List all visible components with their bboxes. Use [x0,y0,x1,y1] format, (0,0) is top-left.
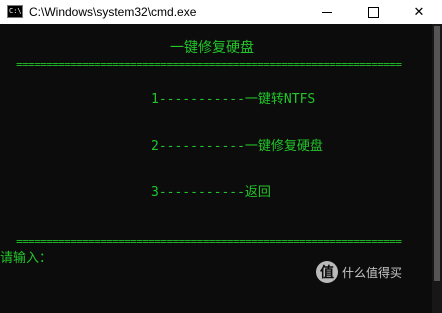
watermark-logo: 值 [316,261,338,283]
menu-heading: 一键修复硬盘 [170,40,254,56]
watermark: 值 什么值得买 [316,260,402,284]
watermark-text: 什么值得买 [342,265,403,280]
console-icon[interactable]: C:\ [7,5,23,18]
window-title: C:\Windows\system32\cmd.exe [29,5,197,19]
separator-top: ========================================… [16,58,402,71]
title-bar[interactable]: C:\ C:\Windows\system32\cmd.exe ✕ [0,0,442,24]
maximize-button[interactable] [350,0,396,24]
separator-bottom: ========================================… [16,235,402,248]
scrollbar-thumb[interactable] [434,26,440,281]
close-icon: ✕ [413,4,425,20]
menu-option-1: 1-----------一键转NTFS [151,92,316,107]
close-button[interactable]: ✕ [396,0,442,24]
menu-option-2: 2-----------一键修复硬盘 [151,139,323,154]
menu-option-3: 3-----------返回 [151,185,271,200]
minimize-button[interactable] [304,0,350,24]
maximize-icon [367,6,379,18]
input-prompt[interactable]: 请输入： [0,251,52,267]
console-icon-glyph: C:\ [9,7,22,15]
minimize-icon [322,12,332,13]
